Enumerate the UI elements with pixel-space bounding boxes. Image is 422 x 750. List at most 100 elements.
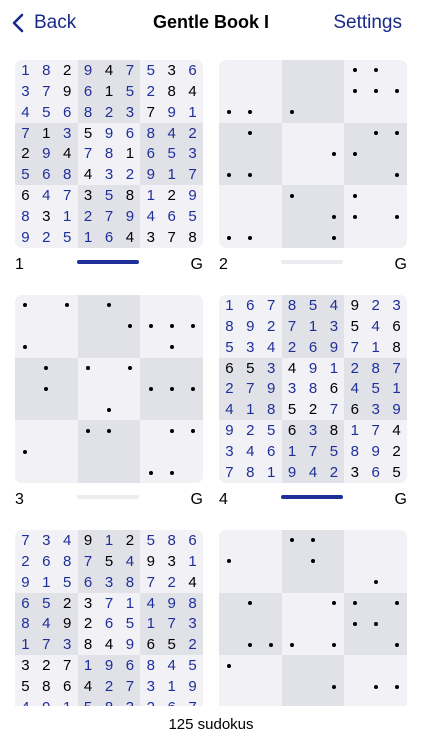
sudoku-cell-digit: 4 (77, 676, 99, 698)
given-cell-dot (248, 235, 253, 240)
given-cell-dot (127, 366, 132, 371)
sudoku-cell (119, 315, 141, 337)
puzzle-card-2[interactable]: 2 G (219, 60, 407, 278)
given-cell-dot (148, 470, 153, 475)
sudoku-cell (98, 357, 120, 379)
sudoku-cell (98, 462, 120, 483)
sudoku-cell (323, 530, 345, 551)
sudoku-board[interactable] (219, 60, 407, 248)
sudoku-cell-digit: 1 (35, 122, 57, 144)
sudoku-cell-digit: 3 (302, 420, 324, 442)
sudoku-cell (260, 550, 282, 572)
puzzle-card-3[interactable]: 3 G (15, 295, 203, 513)
sudoku-cell (365, 60, 387, 81)
sudoku-cell (161, 441, 183, 463)
sudoku-cell-digit: 9 (15, 227, 36, 248)
sudoku-cell (239, 227, 261, 248)
sudoku-cell-digit: 5 (161, 143, 183, 165)
given-cell-dot (373, 580, 378, 585)
sudoku-cell (281, 80, 303, 102)
sudoku-cell (281, 122, 303, 144)
sudoku-cell (219, 697, 240, 706)
sudoku-cell (260, 634, 282, 656)
sudoku-board[interactable] (15, 295, 203, 483)
puzzle-number: 4 (219, 491, 228, 508)
navigation-bar: Back Gentle Book I Settings (0, 0, 422, 46)
given-cell-dot (394, 684, 399, 689)
sudoku-cell (260, 571, 282, 593)
settings-button[interactable]: Settings (333, 12, 402, 34)
sudoku-cell-digit: 7 (98, 206, 120, 228)
sudoku-cell-digit: 7 (281, 315, 303, 337)
sudoku-cell (302, 206, 324, 228)
sudoku-cell (323, 164, 345, 186)
sudoku-cell (219, 571, 240, 593)
sudoku-board[interactable] (219, 530, 407, 706)
sudoku-cell (365, 530, 387, 551)
sudoku-cell (161, 462, 183, 483)
sudoku-cell (281, 655, 303, 677)
sudoku-cell-digit: 8 (182, 227, 203, 248)
sudoku-cell-digit: 5 (140, 60, 162, 81)
sudoku-cell (98, 420, 120, 442)
sudoku-cell-digit: 5 (239, 357, 261, 379)
sudoku-cell (281, 530, 303, 551)
sudoku-cell-digit: 7 (35, 634, 57, 656)
puzzle-card-5[interactable]: 7349125862687549319156387246523714988492… (15, 530, 203, 706)
sudoku-board[interactable]: 1829475363796152844568237917135968422947… (15, 60, 203, 248)
given-cell-dot (394, 601, 399, 606)
sudoku-cell (344, 697, 366, 706)
sudoku-cell-digit: 6 (77, 80, 99, 102)
sudoku-cell-digit: 9 (302, 357, 324, 379)
given-cell-dot (331, 214, 336, 219)
sudoku-cell-digit: 8 (15, 206, 36, 228)
sudoku-cell-digit: 2 (77, 206, 99, 228)
sudoku-cell-digit: 8 (161, 530, 183, 551)
sudoku-cell-digit: 3 (182, 613, 203, 635)
sudoku-cell (140, 399, 162, 421)
sudoku-cell-digit: 5 (119, 613, 141, 635)
sudoku-cell-digit: 5 (140, 530, 162, 551)
sudoku-cell (323, 206, 345, 228)
sudoku-cell-digit: 3 (344, 462, 366, 483)
sudoku-cell-digit: 3 (119, 101, 141, 123)
sudoku-cell-digit: 6 (15, 185, 36, 207)
sudoku-board[interactable]: 1678549238927135465342697186534912872793… (219, 295, 407, 483)
sudoku-cell (281, 571, 303, 593)
sudoku-cell (182, 315, 203, 337)
given-cell-dot (290, 642, 295, 647)
puzzle-card-1[interactable]: 1829475363796152844568237917135968422947… (15, 60, 203, 278)
sudoku-cell-digit: 8 (302, 378, 324, 400)
sudoku-cell (365, 697, 387, 706)
sudoku-cell-digit: 9 (77, 530, 99, 551)
sudoku-board[interactable]: 7349125862687549319156387246523714988492… (15, 530, 203, 706)
sudoku-cell-digit: 1 (140, 185, 162, 207)
sudoku-cell-digit: 1 (239, 399, 261, 421)
sudoku-cell (323, 571, 345, 593)
sudoku-cell-digit: 3 (239, 336, 261, 358)
given-cell-dot (248, 642, 253, 647)
given-cell-dot (310, 538, 315, 543)
sudoku-cell (219, 206, 240, 228)
sudoku-cell (15, 441, 36, 463)
sudoku-cell-digit: 5 (35, 101, 57, 123)
sudoku-cell-digit: 8 (260, 399, 282, 421)
sudoku-cell (386, 697, 407, 706)
sudoku-cell (281, 634, 303, 656)
sudoku-cell (219, 122, 240, 144)
sudoku-cell (219, 676, 240, 698)
sudoku-cell-digit: 1 (98, 80, 120, 102)
sudoku-cell-digit: 5 (161, 634, 183, 656)
sudoku-cell (344, 676, 366, 698)
sudoku-cell-digit: 6 (140, 143, 162, 165)
sudoku-cell-digit: 3 (260, 357, 282, 379)
puzzle-card-6[interactable] (219, 530, 407, 706)
puzzle-card-4[interactable]: 1678549238927135465342697186534912872793… (219, 295, 407, 513)
sudoku-cell (344, 101, 366, 123)
sudoku-cell (15, 357, 36, 379)
sudoku-cell-digit: 7 (140, 101, 162, 123)
given-cell-dot (106, 407, 111, 412)
sudoku-cell (77, 420, 99, 442)
sudoku-cell-digit: 6 (98, 613, 120, 635)
sudoku-cell-digit: 9 (140, 164, 162, 186)
